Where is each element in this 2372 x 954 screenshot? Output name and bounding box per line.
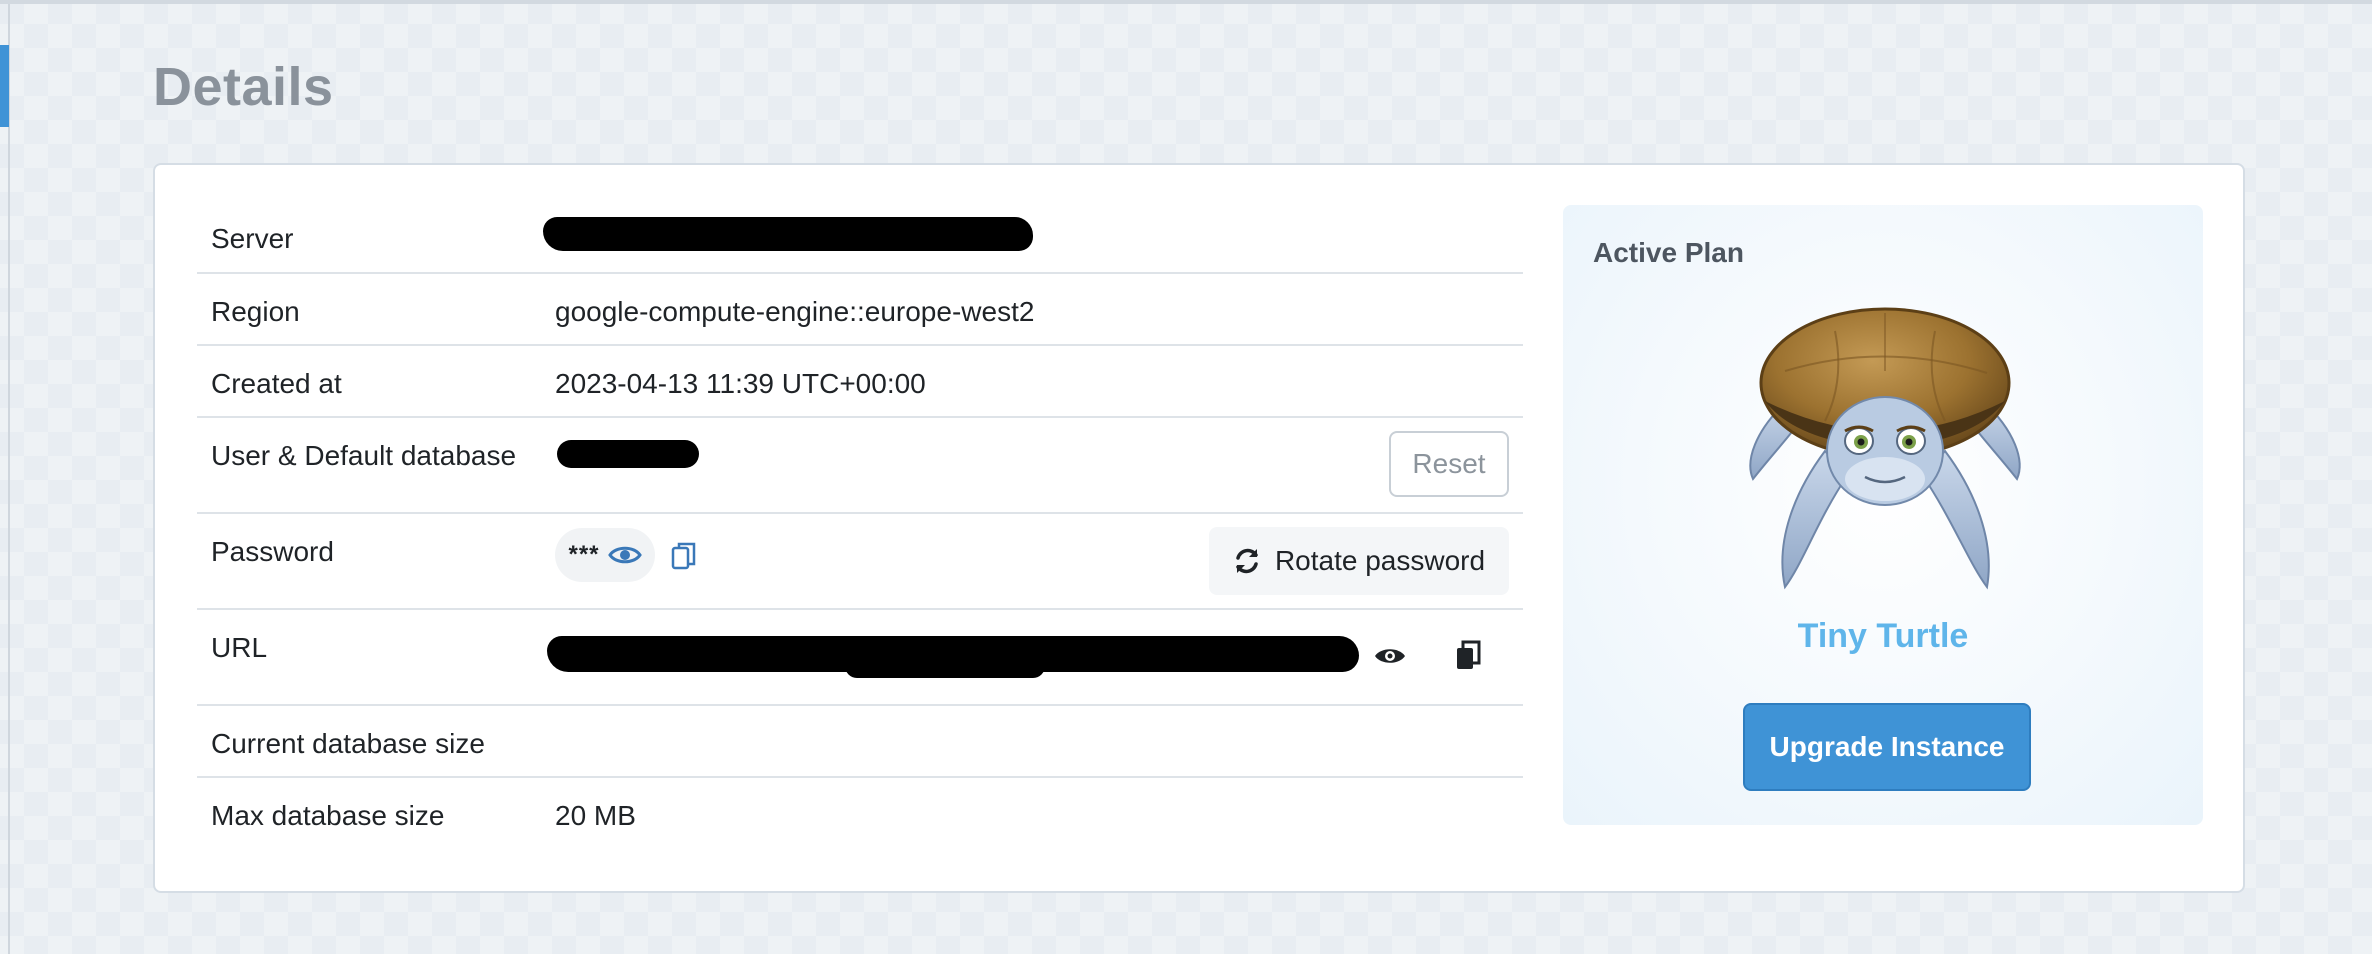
row-value: google-compute-engine::europe-west2 [555,273,1523,346]
row-label: Created at [197,345,555,418]
active-plan-heading: Active Plan [1593,237,1744,268]
row-label: Current database size [197,705,555,778]
active-nav-indicator [0,45,9,127]
password-masked: *** [568,541,600,568]
rotate-password-button[interactable]: Rotate password [1209,527,1509,595]
redacted-server [543,217,1033,251]
created-at-label: Created at [211,368,342,399]
upgrade-instance-button[interactable]: Upgrade Instance [1743,703,2031,791]
current-db-size-value [555,706,1523,728]
row-label: Region [197,273,555,346]
redacted-user-db [557,440,699,468]
url-label: URL [211,632,268,663]
page-title: Details [153,57,334,117]
password-label: Password [211,536,334,567]
created-at-value: 2023-04-13 11:39 UTC+00:00 [555,368,926,399]
copy-icon[interactable] [669,540,699,572]
row-value: 2023-04-13 11:39 UTC+00:00 [555,345,1523,418]
eye-icon[interactable] [1371,642,1409,670]
redacted-url-tail [845,654,1045,678]
max-db-size-label: Max database size [211,800,445,831]
user-db-value: Reset [555,417,1523,514]
eye-icon[interactable] [607,543,642,567]
row-value: 20 MB [555,777,1523,849]
user-db-label: User & Default database [211,440,517,471]
left-border [8,4,10,954]
server-label: Server [211,223,294,254]
plan-name: Tiny Turtle [1797,617,1969,655]
current-db-size-label: Current database size [211,728,485,759]
row-label: User & Default database [197,417,555,514]
reset-button[interactable]: Reset [1389,431,1509,497]
table-row: Current database size [197,705,1523,778]
row-value [555,705,1523,778]
region-value: google-compute-engine::europe-west2 [555,296,1035,327]
table-row: Created at 2023-04-13 11:39 UTC+00:00 [197,345,1523,418]
table-row: Password *** Rotate password [197,513,1523,610]
row-label: URL [197,609,555,706]
details-table: Server Region google-compute-engine::eur… [197,201,1523,849]
table-row: Region google-compute-engine::europe-wes… [197,273,1523,346]
refresh-icon [1233,547,1261,575]
table-row: Max database size 20 MB [197,777,1523,849]
max-db-size-value: 20 MB [555,800,636,831]
server-value [543,201,1523,274]
turtle-icon [1725,301,2045,601]
url-value [547,609,1523,706]
clipboard-icon[interactable] [1453,638,1483,672]
table-row: Server [197,201,1523,274]
rotate-password-label: Rotate password [1274,545,1486,576]
details-card: Server Region google-compute-engine::eur… [153,163,2245,893]
top-border [0,0,2372,4]
table-row: User & Default database Reset [197,417,1523,514]
table-row: URL [197,609,1523,706]
password-field: *** [555,528,655,582]
password-value: *** Rotate password [555,513,1523,610]
row-label: Server [197,201,555,274]
row-label: Password [197,513,555,610]
row-label: Max database size [197,777,555,849]
region-label: Region [211,296,300,327]
